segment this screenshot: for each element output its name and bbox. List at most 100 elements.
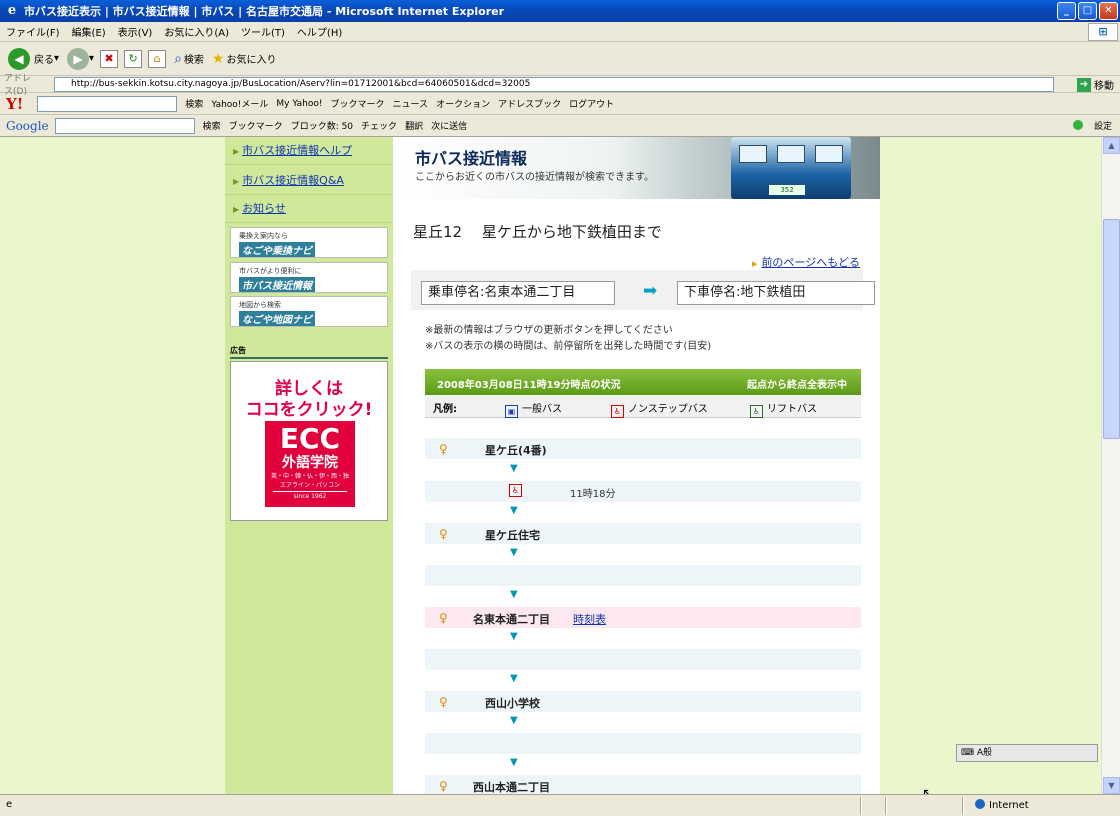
segment-row — [425, 733, 861, 754]
page-background-left — [0, 137, 225, 794]
stop-row: ♀ 西山小学校 — [425, 691, 861, 712]
go-arrow-icon: ➜ — [1077, 77, 1091, 92]
back-button[interactable]: ◀ 戻る ▾ — [8, 47, 59, 70]
down-arrow-icon: ▼ — [510, 673, 518, 684]
page-title: 市バス接近情報 — [415, 149, 528, 168]
stop-row: ♀ 星ケ丘(4番) — [425, 438, 861, 459]
google-search-button[interactable]: 検索 — [203, 119, 221, 132]
scroll-thumb[interactable] — [1103, 219, 1120, 439]
yahoo-auction-button[interactable]: オークション — [436, 97, 490, 110]
google-search-input[interactable] — [54, 117, 195, 134]
segment-row — [425, 649, 861, 670]
status-timestamp: 2008年03月08日11時19分時点の状況 — [437, 380, 621, 391]
yahoo-mail-button[interactable]: Yahoo!メール — [211, 97, 268, 110]
refresh-icon[interactable]: ↻ — [124, 49, 143, 68]
status-display-mode: 起点から終点全表示中 — [747, 380, 847, 391]
home-icon[interactable]: ⌂ — [148, 49, 167, 68]
note-time: ※バスの表示の横の時間は、前停留所を出発した時間です(目安) — [425, 341, 712, 352]
yahoo-logout-button[interactable]: ログアウト — [569, 97, 614, 110]
minimize-button[interactable]: _ — [1057, 2, 1076, 20]
ad-line-2: ココをクリック! — [245, 400, 373, 420]
go-button[interactable]: ➜ 移動 — [1077, 77, 1114, 92]
settings-dot-icon — [1072, 120, 1083, 130]
nonstep-bus-icon: ♿ — [611, 405, 624, 418]
scroll-up-icon[interactable]: ▲ — [1103, 137, 1120, 154]
banner-bus-approach[interactable]: 市バスがより便利に 市バス接近情報 — [230, 262, 388, 293]
banner-transfer-navi[interactable]: 乗換え案内なら なごや乗換ナビ — [230, 227, 388, 258]
down-arrow-icon: ▼ — [510, 463, 518, 474]
yahoo-news-button[interactable]: ニュース — [393, 97, 429, 110]
bus-row: ♿ 11時18分 — [425, 481, 861, 502]
google-translate-button[interactable]: 翻訳 — [405, 119, 423, 132]
sidebar-link-qa[interactable]: ▶ 市バス接近情報Q&A — [225, 167, 393, 195]
ecc-ad-banner[interactable]: 詳しくは ココをクリック! ECC 外語学院 英・中・韓・仏・伊・西・独 エアラ… — [230, 361, 388, 521]
menu-edit[interactable]: 編集(E) — [66, 24, 112, 39]
menu-tools[interactable]: ツール(T) — [235, 24, 291, 39]
bullet-arrow-icon: ▶ — [752, 260, 758, 268]
page-icon: e — [6, 799, 13, 810]
google-bookmark-button[interactable]: ブックマーク — [229, 119, 283, 132]
yahoo-addressbook-button[interactable]: アドレスブック — [498, 97, 561, 110]
sidebar-link-news[interactable]: ▶ お知らせ — [225, 195, 393, 223]
ime-toolbar[interactable]: ⌨ A般 — [956, 744, 1098, 762]
page-subtitle: ここからお近くの市バスの接近情報が検索できます。 — [415, 172, 654, 183]
back-link[interactable]: ▶ 前のページへもどる — [752, 254, 860, 270]
menu-view[interactable]: 表示(V) — [112, 24, 159, 39]
menu-bar: ファイル(F) 編集(E) 表示(V) お気に入り(A) ツール(T) ヘルプ(… — [0, 22, 1120, 42]
google-toolbar: Google 検索 ブックマーク ブロック数: 50 チェック 翻訳 次に送信 … — [0, 115, 1120, 137]
stop-row: ♀ 西山本通二丁目 — [425, 775, 861, 794]
right-arrow-icon: ➡ — [643, 281, 658, 301]
main-content: 市バス接近情報 ここからお近くの市バスの接近情報が検索できます。 352 星丘1… — [393, 137, 880, 794]
google-popup-blocked[interactable]: ブロック数: 50 — [291, 119, 353, 132]
maximize-button[interactable]: □ — [1078, 2, 1097, 20]
my-yahoo-button[interactable]: My Yahoo! — [276, 99, 322, 109]
timetable-link[interactable]: 時刻表 — [573, 611, 606, 627]
back-arrow-icon: ◀ — [8, 47, 30, 70]
google-settings-button[interactable]: 設定 — [1072, 119, 1112, 132]
stop-row-current: ♀ 名東本通二丁目 時刻表 — [425, 607, 861, 628]
address-bar: アドレス(D) http://bus-sekkin.kotsu.city.nag… — [0, 74, 1120, 97]
bus-stop-icon: ♀ — [439, 695, 448, 709]
address-input[interactable]: http://bus-sekkin.kotsu.city.nagoya.jp/B… — [54, 77, 1054, 92]
down-arrow-icon: ▼ — [510, 505, 518, 516]
bus-depart-time: 11時18分 — [570, 489, 616, 500]
globe-icon — [975, 799, 985, 809]
vertical-scrollbar[interactable]: ▲ ▼ — [1101, 137, 1120, 794]
stop-selection: 乗車停名:名東本通二丁目 ➡ 下車停名:地下鉄植田 — [411, 270, 875, 310]
browser-window: e 市バス接近表示 | 市バス接近情報 | 市バス | 名古屋市交通局 - Mi… — [0, 0, 1120, 816]
bus-photo: 352 — [731, 137, 851, 199]
navigation-toolbar: ◀ 戻る ▾ ▶ ▾ ✖ ↻ ⌂ ⌕ 検索 ★ お気に入り — [0, 42, 1120, 76]
google-send-button[interactable]: 次に送信 — [431, 119, 467, 132]
close-button[interactable]: ✕ — [1099, 2, 1118, 20]
banner-map-navi[interactable]: 地図から検索 なごや地図ナビ — [230, 296, 388, 327]
legend-lift-bus: ♿ リフトバス — [750, 400, 817, 418]
google-check-button[interactable]: チェック — [361, 119, 397, 132]
ad-label: 広告 — [230, 345, 388, 359]
stop-icon[interactable]: ✖ — [100, 49, 119, 68]
yahoo-bookmark-button[interactable]: ブックマーク — [330, 97, 384, 110]
sidebar-link-help[interactable]: ▶ 市バス接近情報ヘルプ — [225, 137, 393, 165]
menu-favorites[interactable]: お気に入り(A) — [158, 24, 235, 39]
yahoo-search-button[interactable]: 検索 — [185, 97, 203, 110]
scroll-down-icon[interactable]: ▼ — [1103, 777, 1120, 794]
regular-bus-icon: ▣ — [505, 405, 518, 418]
down-arrow-icon: ▼ — [510, 715, 518, 726]
yahoo-search-input[interactable] — [37, 95, 178, 112]
menu-file[interactable]: ファイル(F) — [0, 24, 66, 39]
bus-stop-icon: ♀ — [439, 779, 448, 793]
bus-license-plate: 352 — [769, 185, 805, 195]
yahoo-logo-icon: Y! — [6, 94, 24, 113]
route-title: 星丘12 星ケ丘から地下鉄植田まで — [413, 223, 662, 241]
search-button[interactable]: ⌕ 検索 — [174, 51, 204, 67]
status-header: 2008年03月08日11時19分時点の状況 起点から終点全表示中 — [425, 369, 861, 395]
forward-button[interactable]: ▶ ▾ — [67, 47, 94, 70]
menu-help[interactable]: ヘルプ(H) — [291, 24, 348, 39]
favorites-button[interactable]: ★ お気に入り — [212, 51, 277, 67]
board-stop-field: 乗車停名:名東本通二丁目 — [421, 281, 615, 305]
bullet-arrow-icon: ▶ — [233, 177, 240, 186]
ecc-logo: ECC 外語学院 英・中・韓・仏・伊・西・独 エアライン・パソコン since … — [265, 421, 355, 507]
yahoo-toolbar: Y! 検索 Yahoo!メール My Yahoo! ブックマーク ニュース オー… — [0, 93, 1120, 115]
left-sidebar: ▶ 市バス接近情報ヘルプ ▶ 市バス接近情報Q&A ▶ お知らせ 乗換え案内なら なごや… — [225, 137, 393, 794]
favorites-star-icon: ★ — [211, 50, 225, 67]
search-icon: ⌕ — [174, 50, 182, 67]
